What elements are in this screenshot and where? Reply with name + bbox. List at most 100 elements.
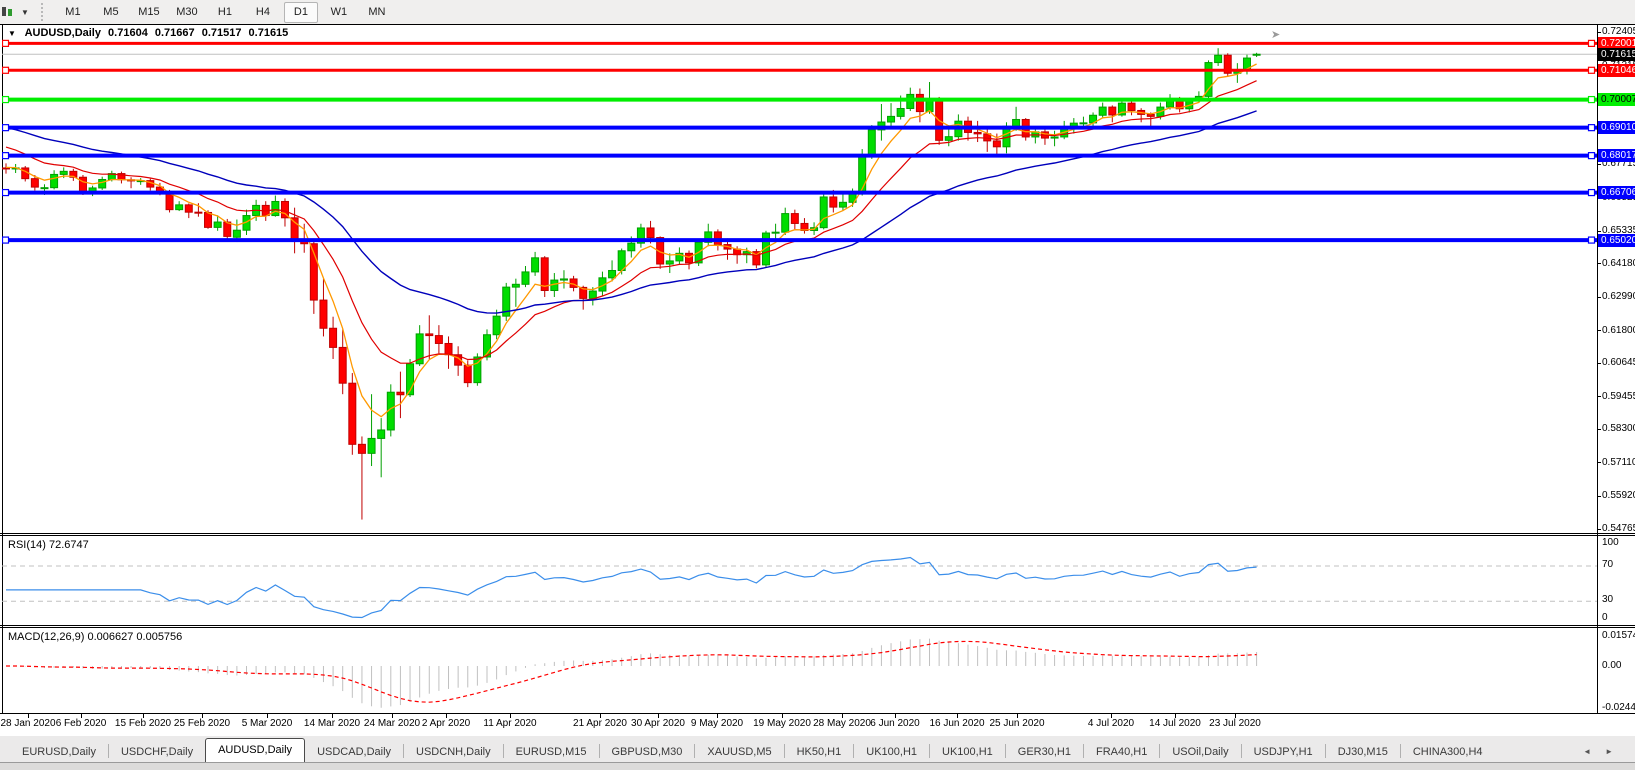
indicator-axis-label: 0.00 [1602, 660, 1621, 671]
date-label: 19 May 2020 [753, 718, 811, 729]
price-axis[interactable]: 0.724050.712150.700250.688700.677150.665… [1598, 0, 1635, 735]
chart-title-caret-icon[interactable]: ▼ [8, 29, 16, 38]
tab-scroll-arrows[interactable]: ◄► [1583, 747, 1627, 756]
bottom-tab-ger30-h1[interactable]: GER30,H1 [1006, 742, 1083, 762]
bottom-tab-fra40-h1[interactable]: FRA40,H1 [1084, 742, 1159, 762]
bottom-tab-uk100-h1[interactable]: UK100,H1 [854, 742, 929, 762]
tool-dropdown-caret-icon[interactable]: ▼ [21, 8, 29, 17]
price-tick-label: 0.57110 [1602, 457, 1635, 468]
price-tick-label: 0.64180 [1602, 258, 1635, 269]
indicator-axis-label: -0.02441 [1602, 702, 1635, 713]
timeframe-button-m5[interactable]: M5 [94, 2, 128, 23]
date-label: 25 Feb 2020 [174, 718, 230, 729]
indicator-axis-label: 70 [1602, 559, 1613, 570]
date-label: 25 Jun 2020 [989, 718, 1044, 729]
indicator-axis-label: 0 [1602, 612, 1608, 623]
bottom-tab-hk50-h1[interactable]: HK50,H1 [785, 742, 854, 762]
price-tick-label: 0.62990 [1602, 291, 1635, 302]
rsi-panel-bottom-border [0, 625, 1635, 626]
timeframe-button-group: M1M5M15M30H1H4D1W1MN [54, 2, 396, 23]
chart-close: 0.71615 [249, 27, 289, 39]
date-axis[interactable]: 28 Jan 20206 Feb 2020 15 Feb 202025 Feb 2… [0, 714, 1635, 735]
timeframe-button-m15[interactable]: M15 [132, 2, 166, 23]
price-tick [1597, 164, 1601, 165]
date-label: 23 Jul 2020 [1209, 718, 1261, 729]
date-label: 21 Apr 2020 [573, 718, 627, 729]
chart-tab-bar: EURUSD,DailyUSDCHF,DailyAUDUSD,DailyUSDC… [0, 736, 1635, 762]
price-tick [1597, 231, 1601, 232]
price-tick [1597, 462, 1601, 463]
rsi-indicator-chart[interactable] [2, 536, 1597, 625]
tab-scroll-left-icon[interactable]: ◄ [1583, 747, 1605, 756]
line-price-label: 0.65020 [1598, 234, 1635, 247]
price-tick-label: 0.54765 [1602, 523, 1635, 534]
date-label: 28 Jan 2020 [0, 718, 55, 729]
date-label: 28 May 2020 [813, 718, 871, 729]
chart-tool-icon[interactable] [1, 4, 17, 20]
bottom-tab-usoil-daily[interactable]: USOil,Daily [1160, 742, 1240, 762]
bottom-tab-xauusd-m5[interactable]: XAUUSD,M5 [695, 742, 783, 762]
chart-low: 0.71517 [202, 27, 242, 39]
chart-symbol: AUDUSD,Daily [25, 27, 101, 39]
chart-open: 0.71604 [108, 27, 148, 39]
price-tick [1597, 396, 1601, 397]
bottom-tab-china300-h4[interactable]: CHINA300,H4 [1401, 742, 1495, 762]
price-tick-label: 0.55920 [1602, 490, 1635, 501]
indicator-axis-label: 30 [1602, 594, 1613, 605]
date-label: 6 Jun 2020 [870, 718, 920, 729]
bottom-tab-eurusd-daily[interactable]: EURUSD,Daily [10, 742, 108, 762]
chart-high: 0.71667 [155, 27, 195, 39]
chart-title: ▼ AUDUSD,Daily 0.71604 0.71667 0.71517 0… [8, 27, 292, 39]
price-tick-label: 0.59455 [1602, 391, 1635, 402]
tab-scroll-right-icon[interactable]: ► [1605, 747, 1627, 756]
date-label: 24 Mar 2020 [364, 718, 420, 729]
toolbar-grip [41, 3, 48, 21]
date-label: 14 Mar 2020 [304, 718, 360, 729]
macd-indicator-chart[interactable] [2, 628, 1597, 713]
timeframe-button-h4[interactable]: H4 [246, 2, 280, 23]
main-price-chart[interactable] [2, 24, 1597, 533]
bottom-tab-gbpusd-m30[interactable]: GBPUSD,M30 [600, 742, 695, 762]
line-price-label: 0.68017 [1598, 149, 1635, 162]
bottom-tab-usdchf-daily[interactable]: USDCHF,Daily [109, 742, 205, 762]
timeframe-button-m30[interactable]: M30 [170, 2, 204, 23]
date-label: 15 Feb 2020 [115, 718, 171, 729]
date-label: 14 Jul 2020 [1149, 718, 1201, 729]
price-tick [1597, 496, 1601, 497]
price-tick [1597, 429, 1601, 430]
price-tick [1597, 263, 1601, 264]
bottom-tab-audusd-daily[interactable]: AUDUSD,Daily [205, 738, 305, 762]
date-label: 6 Feb 2020 [56, 718, 107, 729]
line-price-label: 0.71615 [1598, 48, 1635, 61]
timeframe-button-w1[interactable]: W1 [322, 2, 356, 23]
bottom-tab-usdjpy-h1[interactable]: USDJPY,H1 [1242, 742, 1325, 762]
tabs-container: EURUSD,DailyUSDCHF,DailyAUDUSD,DailyUSDC… [10, 738, 1495, 762]
date-label: 5 Mar 2020 [242, 718, 293, 729]
date-label: 9 May 2020 [691, 718, 743, 729]
price-tick-label: 0.72405 [1602, 26, 1635, 37]
line-price-label: 0.70007 [1598, 93, 1635, 106]
bottom-tab-usdcnh-daily[interactable]: USDCNH,Daily [404, 742, 503, 762]
macd-label: MACD(12,26,9) 0.006627 0.005756 [8, 631, 182, 643]
timeframe-button-mn[interactable]: MN [360, 2, 394, 23]
bottom-tab-usdcad-daily[interactable]: USDCAD,Daily [305, 742, 403, 762]
line-price-label: 0.69010 [1598, 121, 1635, 134]
price-tick-label: 0.58300 [1602, 423, 1635, 434]
indicator-axis-label: 100 [1602, 537, 1619, 548]
price-tick-label: 0.61800 [1602, 325, 1635, 336]
line-price-label: 0.71046 [1598, 64, 1635, 77]
timeframe-button-h1[interactable]: H1 [208, 2, 242, 23]
bottom-tab-dj30-m15[interactable]: DJ30,M15 [1326, 742, 1400, 762]
price-tick [1597, 32, 1601, 33]
price-tick [1597, 330, 1601, 331]
price-tick [1597, 529, 1601, 530]
bottom-tab-uk100-h1[interactable]: UK100,H1 [930, 742, 1005, 762]
price-tick [1597, 297, 1601, 298]
bottom-tab-eurusd-m15[interactable]: EURUSD,M15 [504, 742, 599, 762]
timeframe-button-m1[interactable]: M1 [56, 2, 90, 23]
price-tick [1597, 363, 1601, 364]
date-label: 11 Apr 2020 [483, 718, 536, 729]
mouse-cursor-icon: ➤ [1271, 28, 1280, 41]
rsi-label: RSI(14) 72.6747 [8, 539, 89, 551]
timeframe-button-d1[interactable]: D1 [284, 2, 318, 23]
